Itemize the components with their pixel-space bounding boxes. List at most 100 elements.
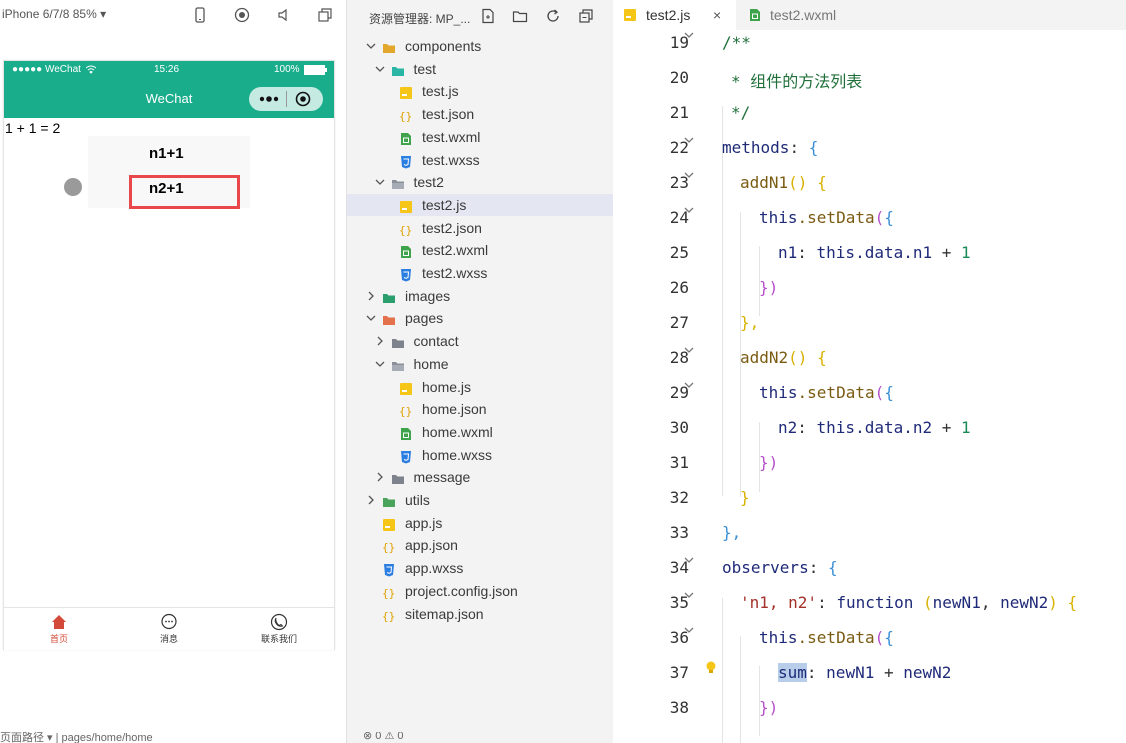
lightbulb-icon[interactable] (705, 661, 717, 675)
close-miniprogram-icon[interactable] (295, 91, 311, 107)
fold-chevron-icon[interactable] (683, 169, 695, 181)
fold-chevron-icon[interactable] (683, 204, 695, 216)
code-area[interactable]: 19 /** 20 * 组件的方法列表 21 */ 22 methods: { … (613, 26, 1126, 743)
line-number: 33 (669, 523, 689, 542)
line-number: 21 (669, 103, 689, 122)
line-number: 30 (669, 418, 689, 437)
code-text: }, (740, 313, 760, 332)
tree-item-label: home.wxss (422, 446, 493, 463)
device-select[interactable]: iPhone 6/7/8 85% ▾ (2, 7, 106, 21)
js-file-icon (382, 516, 396, 531)
folder-row-images[interactable]: images (347, 285, 614, 307)
file-row-test2-wxss[interactable]: test2.wxss (347, 262, 614, 284)
new-folder-icon[interactable] (512, 8, 528, 24)
home-icon (52, 615, 66, 629)
wxml-file-icon (750, 9, 760, 21)
file-row-test-wxml[interactable]: test.wxml (347, 126, 614, 148)
record-icon[interactable] (234, 7, 250, 23)
file-row-home-wxml[interactable]: home.wxml (347, 421, 614, 443)
file-row-test2-wxml[interactable]: test2.wxml (347, 239, 614, 261)
chevron-down-icon[interactable] (365, 307, 377, 329)
code-token: function (836, 593, 914, 612)
phone-icon (270, 613, 288, 631)
svg-text:{}: {} (399, 110, 412, 123)
file-row-test-json[interactable]: {} test.json (347, 103, 614, 125)
file-row-test-wxss[interactable]: test.wxss (347, 149, 614, 171)
file-row-home-json[interactable]: {} home.json (347, 398, 614, 420)
tab-contact[interactable]: 联系我们 (224, 608, 334, 650)
file-row-sitemap-json[interactable]: {} sitemap.json (347, 603, 614, 625)
chevron-right-icon[interactable] (365, 285, 377, 307)
file-row-test2-js[interactable]: test2.js (347, 193, 614, 216)
code-line: 35 'n1, n2': function (newN1, newN2) { (613, 586, 1126, 621)
code-line: 22 methods: { (613, 131, 1126, 166)
tab-message[interactable]: 消息 (114, 608, 224, 650)
fold-chevron-icon[interactable] (683, 554, 695, 566)
tree-item-label: test2.json (422, 219, 482, 236)
chevron-down-icon[interactable] (374, 171, 386, 193)
tree-item-label: test2 (413, 174, 444, 191)
explorer-header: 资源管理器: MP_... (347, 0, 614, 32)
folder-row-message[interactable]: message (347, 466, 614, 488)
fold-chevron-icon[interactable] (683, 134, 695, 146)
code-token: : (797, 418, 817, 437)
refresh-icon[interactable] (545, 8, 561, 24)
fold-chevron-icon[interactable] (683, 624, 695, 636)
file-row-test-js[interactable]: test.js (347, 80, 614, 102)
n1-plus-button[interactable]: n1+1 (149, 145, 184, 162)
folder-row-contact[interactable]: contact (347, 330, 614, 352)
code-token: : (817, 593, 837, 612)
file-row-app-json[interactable]: {} app.json (347, 534, 614, 556)
file-row-app-js[interactable]: app.js (347, 512, 614, 534)
code-token: n1 (778, 243, 798, 262)
chevron-down-icon[interactable] (365, 35, 377, 57)
tree-item-label: test2.wxss (422, 265, 488, 281)
code-token: this (759, 383, 798, 402)
tree-item-label: test.wxss (422, 151, 480, 168)
file-row-home-js[interactable]: home.js (347, 376, 614, 398)
status-bar: ●●●●● WeChat 15:26 100% (4, 61, 334, 78)
chevron-right-icon[interactable] (374, 330, 386, 352)
detach-window-icon[interactable] (317, 7, 333, 23)
collapse-all-icon[interactable] (578, 8, 594, 24)
file-row-test2-json[interactable]: {} test2.json (347, 217, 614, 239)
chevron-down-icon[interactable] (374, 58, 386, 80)
code-token: observers (722, 558, 809, 577)
folder-row-test2[interactable]: test2 (347, 171, 614, 193)
file-row-app-wxss[interactable]: app.wxss (347, 557, 614, 579)
tab-home[interactable]: 首页 (4, 608, 114, 650)
code-line: 28 addN2() { (613, 341, 1126, 376)
folder-row-utils[interactable]: utils (347, 489, 614, 511)
fold-chevron-icon[interactable] (683, 29, 695, 41)
carrier-label: ●●●●● WeChat (12, 64, 81, 75)
folder-row-home[interactable]: home (347, 353, 614, 375)
chevron-right-icon[interactable] (365, 489, 377, 511)
code-token: .setData (797, 628, 875, 647)
wxml-file-icon (399, 425, 413, 440)
code-token: { (884, 208, 894, 227)
code-line: 19 /** (613, 26, 1126, 61)
chevron-right-icon[interactable] (374, 466, 386, 488)
code-line: 36 this.setData({ (613, 621, 1126, 656)
code-line: 27 }, (613, 306, 1126, 341)
more-icon[interactable] (259, 93, 279, 105)
tab-bar: 首页 消息 联系我们 (4, 607, 334, 650)
folder-row-test[interactable]: test (347, 58, 614, 80)
simulator-toolbar: iPhone 6/7/8 85% ▾ (0, 0, 346, 30)
line-number: 25 (669, 243, 689, 262)
file-row-home-wxss[interactable]: home.wxss (347, 444, 614, 466)
fold-chevron-icon[interactable] (683, 344, 695, 356)
page-path: 页面路径 ▾ | pages/home/home (0, 732, 153, 743)
code-editor: test2.js × test2.wxml 19 /** 20 * 组件的方法列… (613, 0, 1126, 743)
file-row-project-config-json[interactable]: {} project.config.json (347, 580, 614, 602)
fold-chevron-icon[interactable] (683, 589, 695, 601)
fold-chevron-icon[interactable] (683, 379, 695, 391)
folder-row-pages[interactable]: pages (347, 307, 614, 329)
new-file-icon[interactable] (480, 8, 496, 24)
line-number: 37 (669, 663, 689, 682)
volume-icon[interactable] (276, 7, 292, 23)
phone-icon[interactable] (192, 7, 208, 23)
folder-row-components[interactable]: components (347, 35, 614, 57)
code-token: : (789, 138, 809, 157)
chevron-down-icon[interactable] (374, 353, 386, 375)
